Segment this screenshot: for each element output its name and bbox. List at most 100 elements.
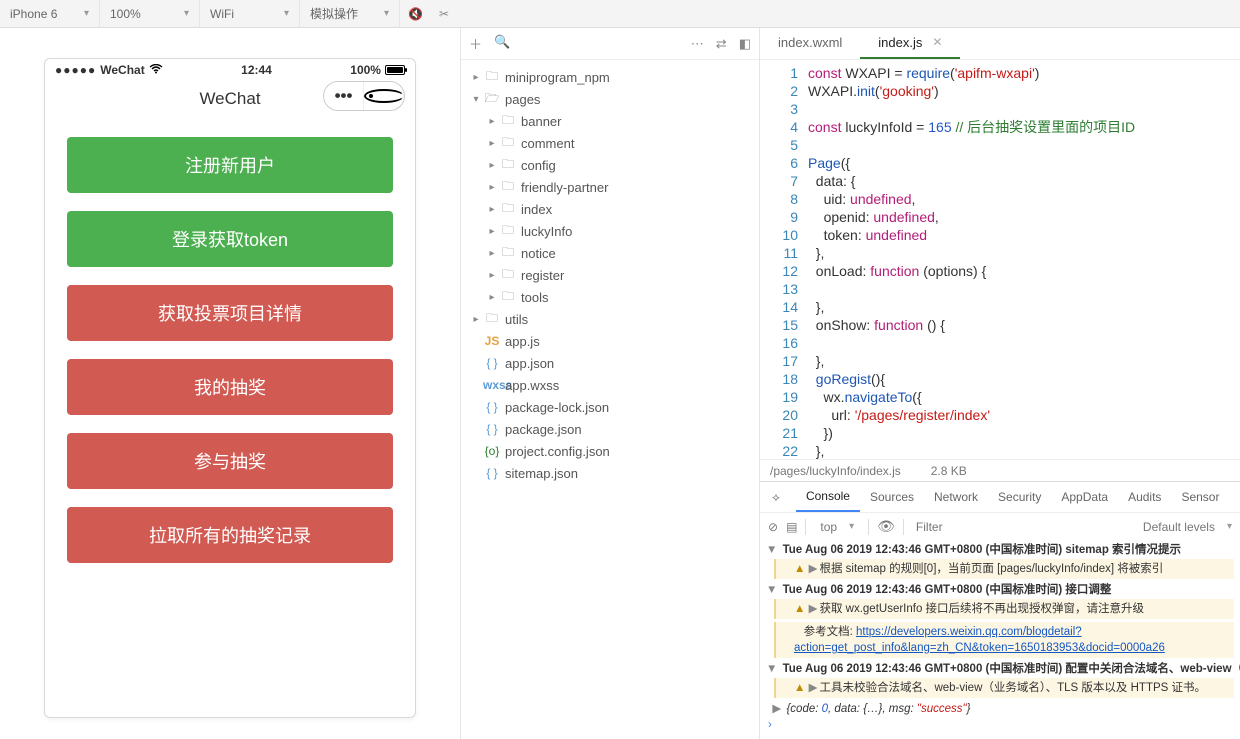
tree-label: banner [521,114,561,129]
tree-file[interactable]: { }package.json [461,418,759,440]
tree-folder[interactable]: ▸🗀config [461,154,759,176]
console-warning: ▲ ▶工具未校验合法域名、web-view（业务域名）、TLS 版本以及 HTT… [774,678,1234,698]
tree-folder[interactable]: ▾🗁pages [461,88,759,110]
tree-label: tools [521,290,548,305]
devtools-tab[interactable]: Sensor [1171,482,1229,512]
tree-arrow-icon: ▸ [485,292,499,303]
tree-folder[interactable]: ▸🗀notice [461,242,759,264]
tree-folder[interactable]: ▸🗀luckyInfo [461,220,759,242]
tree-label: app.json [505,356,554,371]
mute-icon[interactable]: 🔇 [400,7,431,21]
devtools-tab[interactable]: Storage [1229,482,1240,512]
sim-button[interactable]: 登录获取token [67,211,393,267]
tab-label: index.js [878,35,922,50]
zoom-selector[interactable]: 100%▾ [100,0,200,27]
tree-arrow-icon: ▸ [485,182,499,193]
chevron-down-icon: ▾ [384,8,389,19]
chevron-down-icon: ▾ [184,8,189,19]
carrier-label: WeChat [100,63,144,77]
tree-folder[interactable]: ▸🗀banner [461,110,759,132]
simulator-pane: ●●●●● WeChat 12:44 100% WeChat [0,28,460,739]
phone-frame: ●●●●● WeChat 12:44 100% WeChat [44,58,416,718]
wifi-icon [149,63,163,77]
devtools-tab[interactable]: Security [988,482,1051,512]
devtools-tab[interactable]: Audits [1118,482,1171,512]
tree-label: package-lock.json [505,400,609,415]
tree-file[interactable]: wxssapp.wxss [461,374,759,396]
tree-label: register [521,268,564,283]
clear-console-icon[interactable]: ⊘ [768,520,778,534]
sim-button[interactable]: 注册新用户 [67,137,393,193]
more-icon[interactable]: ⋯ [691,36,704,52]
context-selector[interactable]: top▾ [814,520,860,534]
tree-file[interactable]: {o}project.config.json [461,440,759,462]
cut-icon[interactable]: ✂ [431,7,457,21]
editor-tab[interactable]: index.js ✕ [860,27,960,59]
doc-link[interactable]: https://developers.weixin.qq.com/blogdet… [794,626,1165,654]
nav-bar: WeChat ••• [45,77,415,121]
console-filter-input[interactable] [912,518,1132,536]
console-group-header[interactable]: ▼ Tue Aug 06 2019 12:43:46 GMT+0800 (中国标… [766,542,1234,558]
close-icon[interactable]: ✕ [932,35,942,49]
sim-action-selector[interactable]: 模拟操作▾ [300,0,400,27]
tree-folder[interactable]: ▸🗀tools [461,286,759,308]
log-level-selector[interactable]: Default levels▾ [1143,520,1232,534]
sim-button[interactable]: 获取投票项目详情 [67,285,393,341]
devtools-tab[interactable]: AppData [1051,482,1118,512]
console-prompt[interactable]: › [766,717,1234,733]
tree-folder[interactable]: ▸🗀friendly-partner [461,176,759,198]
sim-button[interactable]: 参与抽奖 [67,433,393,489]
split-icon[interactable]: ◧ [739,36,751,52]
tree-arrow-icon: ▸ [485,226,499,237]
search-icon[interactable]: 🔍 [494,34,510,53]
tree-folder[interactable]: ▸🗀utils [461,308,759,330]
editor-tab[interactable]: index.wxml [760,27,860,59]
close-ring-icon[interactable] [364,82,404,110]
tree-label: utils [505,312,528,327]
tree-folder[interactable]: ▸🗀miniprogram_npm [461,66,759,88]
device-selector[interactable]: iPhone 6▾ [0,0,100,27]
new-file-icon[interactable]: ＋ [469,34,482,53]
tree-arrow-icon: ▸ [485,160,499,171]
tree-arrow-icon: ▸ [469,72,483,83]
chevron-down-icon: ▾ [84,8,89,19]
tree-label: friendly-partner [521,180,608,195]
signal-dots-icon: ●●●●● [55,63,96,77]
tree-folder[interactable]: ▸🗀register [461,264,759,286]
sim-button[interactable]: 拉取所有的抽奖记录 [67,507,393,563]
console-group-header[interactable]: ▼ Tue Aug 06 2019 12:43:46 GMT+0800 (中国标… [766,661,1234,677]
top-toolbar: iPhone 6▾ 100%▾ WiFi▾ 模拟操作▾ 🔇 ✂ [0,0,1240,28]
chevron-down-icon: ▾ [284,8,289,19]
settings-icon[interactable]: ⇄ [716,36,727,52]
tree-file[interactable]: { }package-lock.json [461,396,759,418]
tree-file[interactable]: { }app.json [461,352,759,374]
devtools-tab[interactable]: Network [924,482,988,512]
devtools-tab[interactable]: Console [796,482,860,512]
tree-folder[interactable]: ▸🗀index [461,198,759,220]
tree-arrow-icon: ▸ [485,138,499,149]
page-title: WeChat [199,89,260,109]
battery-percent: 100% [350,63,381,77]
devtools: ⟡ ConsoleSourcesNetworkSecurityAppDataAu… [760,481,1240,739]
devtools-tab[interactable]: Sources [860,482,924,512]
network-selector[interactable]: WiFi▾ [200,0,300,27]
menu-dots-icon[interactable]: ••• [324,82,364,110]
inspect-icon[interactable]: ⟡ [768,490,784,505]
tree-arrow-icon: ▾ [469,94,483,105]
console-object[interactable]: ▶ {code: 0, data: {…}, msg: "success"} [766,701,1234,717]
sim-button[interactable]: 我的抽奖 [67,359,393,415]
tree-file[interactable]: JSapp.js [461,330,759,352]
capsule-menu[interactable]: ••• [323,81,405,111]
tree-folder[interactable]: ▸🗀comment [461,132,759,154]
editor-status-bar: /pages/luckyInfo/index.js 2.8 KB [760,459,1240,481]
console-group-header[interactable]: ▼ Tue Aug 06 2019 12:43:46 GMT+0800 (中国标… [766,582,1234,598]
file-size: 2.8 KB [931,464,967,478]
live-expression-icon[interactable]: 👁 [877,518,895,535]
file-tree-pane: ＋ 🔍 ⋯ ⇄ ◧ ▸🗀miniprogram_npm▾🗁pages▸🗀bann… [460,28,760,739]
tree-file[interactable]: { }sitemap.json [461,462,759,484]
tab-label: index.wxml [778,35,842,50]
tree-label: index [521,202,552,217]
tree-label: pages [505,92,540,107]
sidebar-toggle-icon[interactable]: ▤ [786,520,797,534]
warning-icon: ▲ [794,603,805,615]
